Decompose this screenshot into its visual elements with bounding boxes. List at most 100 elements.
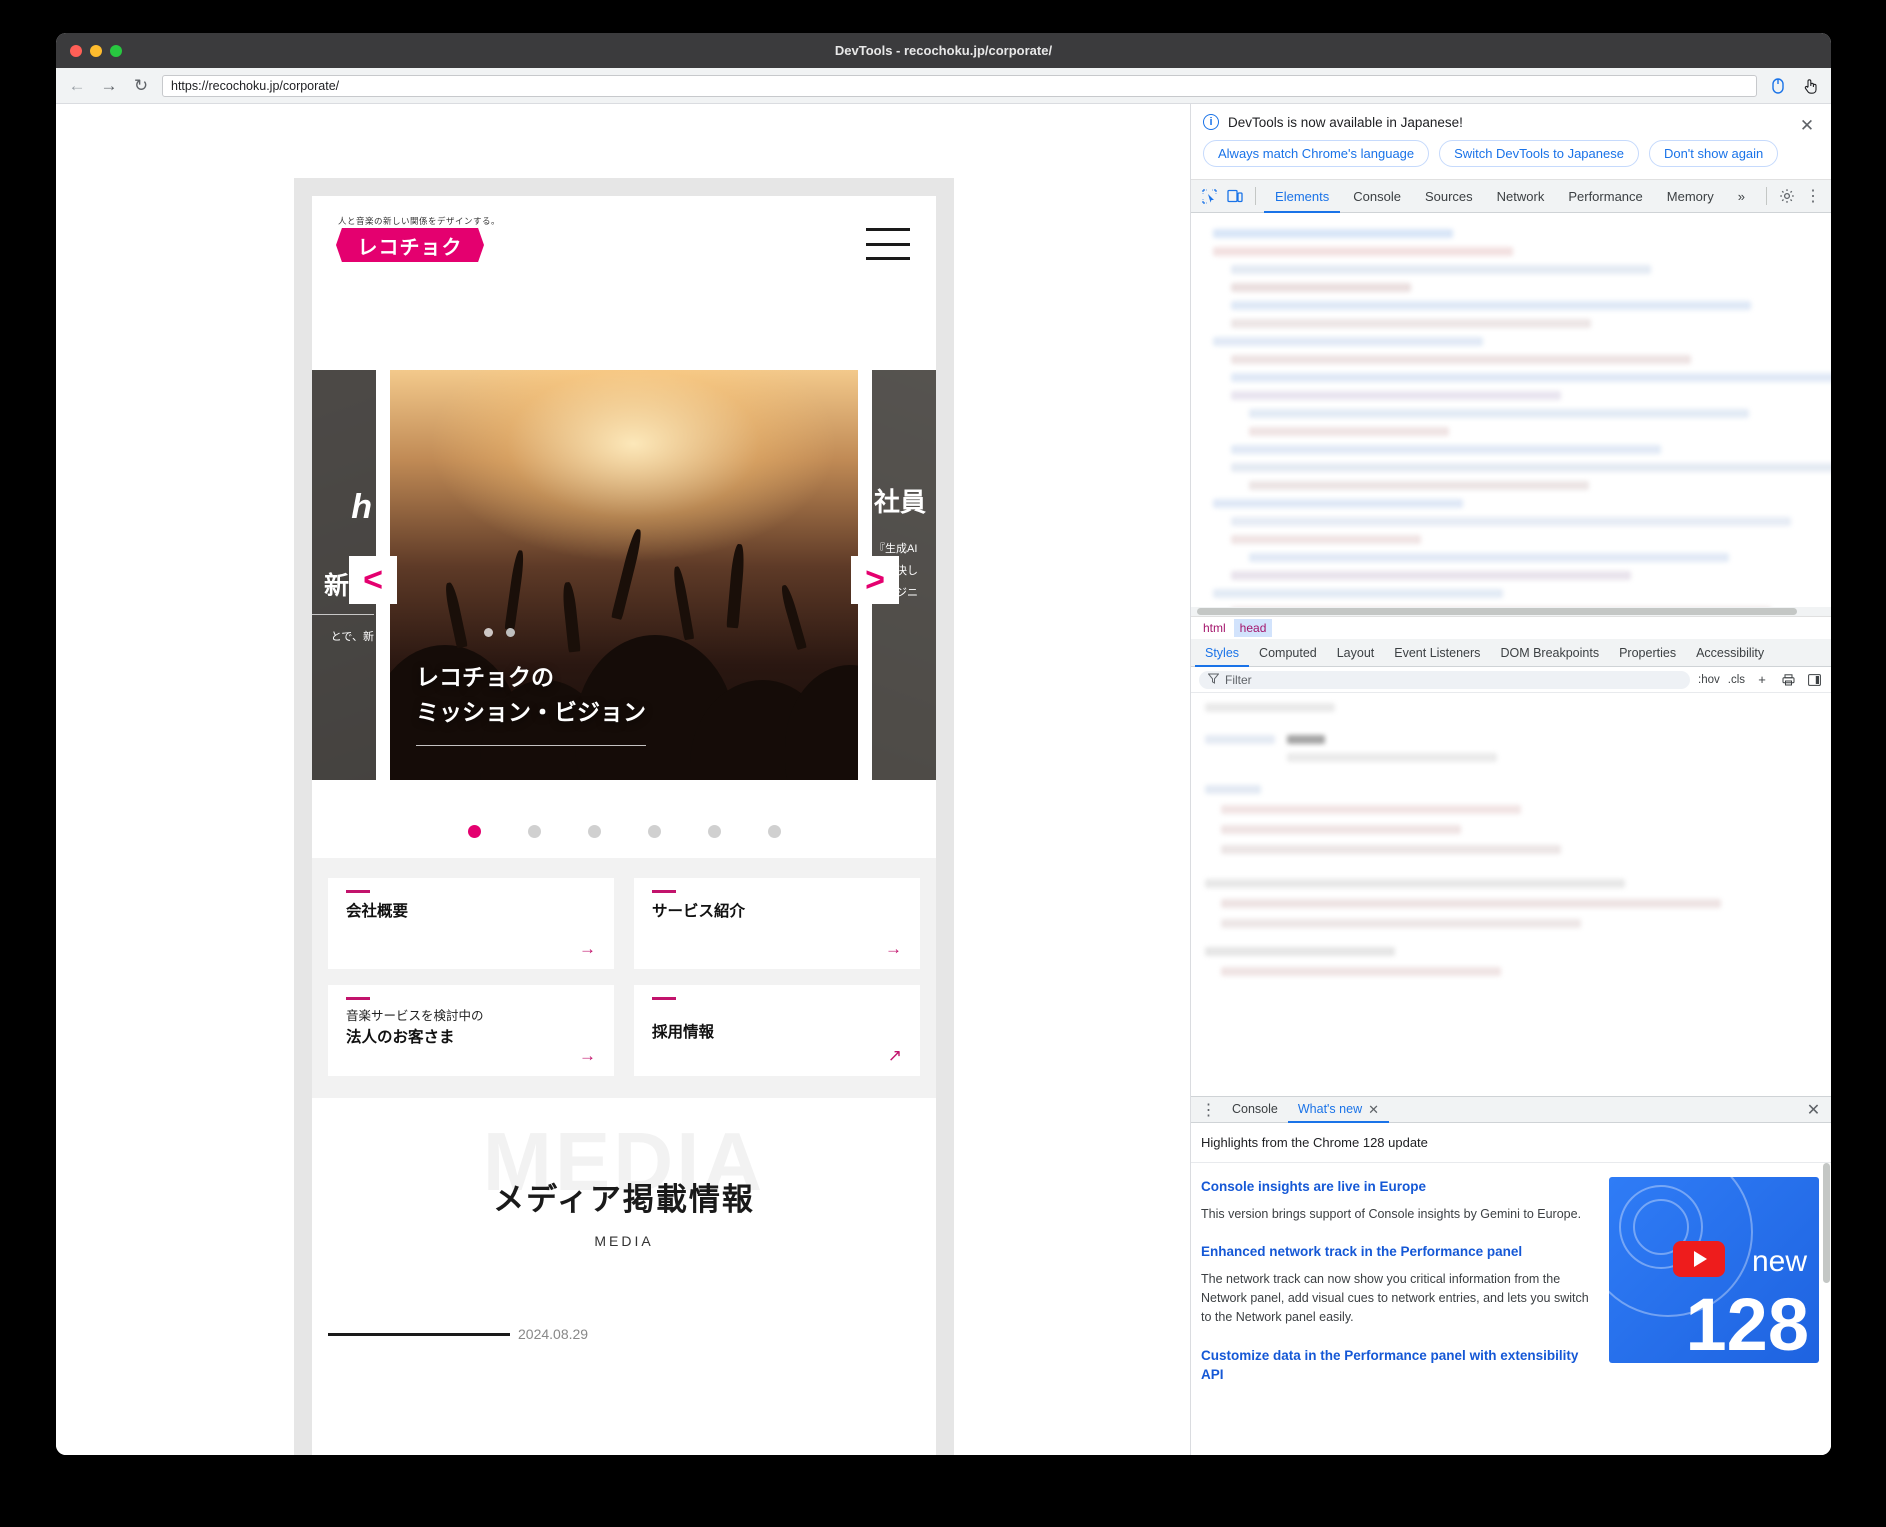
drawer-tab-console[interactable]: Console bbox=[1222, 1096, 1288, 1123]
dom-horizontal-scrollbar[interactable] bbox=[1191, 607, 1831, 616]
card-recruit[interactable]: 採用情報 ↗ bbox=[634, 985, 920, 1076]
card-title: サービス紹介 bbox=[652, 903, 746, 920]
notice-actions: Always match Chrome's language Switch De… bbox=[1203, 140, 1819, 167]
whats-new-item-title[interactable]: Console insights are live in Europe bbox=[1201, 1177, 1593, 1197]
styles-rules-pane[interactable] bbox=[1191, 693, 1831, 1096]
element-classes-button[interactable]: .cls bbox=[1728, 674, 1745, 686]
print-media-icon[interactable] bbox=[1779, 671, 1797, 689]
address-bar[interactable]: https://recochoku.jp/corporate/ bbox=[162, 74, 1757, 97]
tab-accessibility[interactable]: Accessibility bbox=[1686, 639, 1774, 667]
back-arrow-icon[interactable]: ← bbox=[66, 75, 88, 97]
drawer-tab-whats-new[interactable]: What's new ✕ bbox=[1288, 1096, 1389, 1123]
whats-new-items: Console insights are live in Europe This… bbox=[1201, 1177, 1593, 1393]
whats-new-item-title[interactable]: Enhanced network track in the Performanc… bbox=[1201, 1242, 1593, 1262]
filter-input[interactable]: Filter bbox=[1199, 670, 1690, 689]
tab-layout[interactable]: Layout bbox=[1327, 639, 1385, 667]
maximize-window-button[interactable] bbox=[110, 44, 122, 57]
dom-tree-pane[interactable] bbox=[1191, 213, 1831, 616]
breadcrumb-html[interactable]: html bbox=[1197, 619, 1232, 637]
carousel-dot-2[interactable] bbox=[527, 825, 541, 838]
carousel-prev-button[interactable]: < bbox=[349, 556, 397, 604]
devtools-panel: i DevTools is now available in Japanese!… bbox=[1191, 104, 1831, 1455]
hero-rule bbox=[416, 745, 646, 746]
forward-arrow-icon[interactable]: → bbox=[98, 75, 120, 97]
tab-elements[interactable]: Elements bbox=[1264, 180, 1340, 213]
prev-slide-rule bbox=[312, 614, 374, 615]
card-business-customers[interactable]: 音楽サービスを検討中の 法人のお客さま → bbox=[328, 985, 614, 1076]
carousel-slide-active[interactable]: レコチョクの ミッション・ビジョン bbox=[390, 370, 858, 780]
tab-properties[interactable]: Properties bbox=[1609, 639, 1686, 667]
tab-performance[interactable]: Performance bbox=[1557, 180, 1653, 213]
card-accent-bar bbox=[652, 890, 676, 893]
breadcrumb-head[interactable]: head bbox=[1233, 619, 1273, 637]
toggle-sidebar-icon[interactable] bbox=[1805, 671, 1823, 689]
card-accent-bar bbox=[652, 997, 676, 1000]
site-header: 人と音楽の新しい関係をデザインする。 レコチョク bbox=[312, 196, 936, 288]
tab-computed[interactable]: Computed bbox=[1249, 639, 1327, 667]
media-divider bbox=[328, 1333, 510, 1336]
quick-link-cards: 会社概要 → サービス紹介 → 音楽サービスを検討中の 法人のお客さま → 採用… bbox=[312, 858, 936, 1098]
media-date: 2024.08.29 bbox=[518, 1326, 589, 1342]
carousel-dot-6[interactable] bbox=[767, 825, 781, 838]
arrow-right-icon: → bbox=[579, 939, 596, 958]
carousel-dots bbox=[312, 825, 936, 838]
tab-event-listeners[interactable]: Event Listeners bbox=[1384, 639, 1490, 667]
next-slide-line1: 『生成AI bbox=[874, 543, 918, 555]
tab-styles[interactable]: Styles bbox=[1195, 639, 1249, 667]
tab-network[interactable]: Network bbox=[1486, 180, 1556, 213]
whats-new-heading: Highlights from the Chrome 128 update bbox=[1191, 1123, 1831, 1163]
close-window-button[interactable] bbox=[70, 44, 82, 57]
carousel-dot-5[interactable] bbox=[707, 825, 721, 838]
whats-new-scrollbar[interactable] bbox=[1823, 1163, 1830, 1283]
next-slide-title: 社員 bbox=[874, 487, 927, 517]
always-match-language-button[interactable]: Always match Chrome's language bbox=[1203, 140, 1430, 167]
tab-memory[interactable]: Memory bbox=[1656, 180, 1725, 213]
carousel-dot-1[interactable] bbox=[467, 825, 481, 838]
hero-line-1: レコチョクの bbox=[416, 663, 554, 690]
card-company-overview[interactable]: 会社概要 → bbox=[328, 878, 614, 969]
card-accent-bar bbox=[346, 997, 370, 1000]
more-vertical-icon[interactable]: ⋮ bbox=[1801, 183, 1825, 209]
play-button-icon bbox=[1673, 1241, 1725, 1277]
tab-dom-breakpoints[interactable]: DOM Breakpoints bbox=[1490, 639, 1609, 667]
card-title: 法人のお客さま bbox=[346, 1028, 455, 1046]
close-icon[interactable]: ✕ bbox=[1368, 1096, 1379, 1123]
inspect-element-icon[interactable] bbox=[1197, 183, 1221, 209]
tab-sources[interactable]: Sources bbox=[1414, 180, 1484, 213]
mini-dot[interactable] bbox=[484, 628, 493, 637]
minimize-window-button[interactable] bbox=[90, 44, 102, 57]
force-state-button[interactable]: :hov bbox=[1698, 674, 1720, 686]
reload-icon[interactable]: ↻ bbox=[130, 75, 152, 97]
close-icon[interactable]: ✕ bbox=[1797, 116, 1817, 136]
close-drawer-icon[interactable]: ✕ bbox=[1800, 1097, 1827, 1123]
card-subtitle: 音楽サービスを検討中の bbox=[346, 1009, 484, 1023]
hamburger-menu-icon[interactable] bbox=[866, 228, 910, 260]
carousel-dot-3[interactable] bbox=[587, 825, 601, 838]
more-tabs-icon[interactable]: » bbox=[1727, 180, 1756, 213]
chrome-release-promo[interactable]: new 128 bbox=[1609, 1177, 1819, 1363]
more-vertical-icon[interactable]: ⋮ bbox=[1195, 1097, 1222, 1123]
url-text: https://recochoku.jp/corporate/ bbox=[171, 78, 340, 93]
mini-dot[interactable] bbox=[506, 628, 515, 637]
whats-new-item-title[interactable]: Customize data in the Performance panel … bbox=[1201, 1346, 1593, 1385]
carousel-next-button[interactable]: > bbox=[851, 556, 899, 604]
device-toolbar-icon[interactable] bbox=[1223, 183, 1247, 209]
browser-window: DevTools - recochoku.jp/corporate/ ← → ↻… bbox=[56, 33, 1831, 1455]
hero-line-2: ミッション・ビジョン bbox=[416, 699, 646, 726]
window-controls[interactable] bbox=[56, 44, 122, 57]
external-link-icon: ↗ bbox=[887, 1046, 902, 1065]
tab-console[interactable]: Console bbox=[1342, 180, 1412, 213]
switch-to-japanese-button[interactable]: Switch DevTools to Japanese bbox=[1439, 140, 1639, 167]
dont-show-again-button[interactable]: Don't show again bbox=[1648, 140, 1779, 167]
drawer-tab-label: What's new bbox=[1297, 1102, 1363, 1116]
site-logo[interactable]: レコチョク bbox=[336, 228, 484, 262]
media-section: MEDIA メディア掲載情報 MEDIA 2024.08.29 bbox=[312, 1098, 936, 1342]
gear-icon[interactable] bbox=[1775, 183, 1799, 209]
carousel-dot-4[interactable] bbox=[647, 825, 661, 838]
plus-icon[interactable]: + bbox=[1753, 671, 1771, 689]
touch-pointer-icon[interactable] bbox=[1799, 75, 1821, 97]
card-services[interactable]: サービス紹介 → bbox=[634, 878, 920, 969]
card-title: 採用情報 bbox=[652, 1024, 715, 1041]
media-title-jp: メディア掲載情報 bbox=[493, 1182, 755, 1217]
mouse-cursor-icon[interactable] bbox=[1767, 75, 1789, 97]
